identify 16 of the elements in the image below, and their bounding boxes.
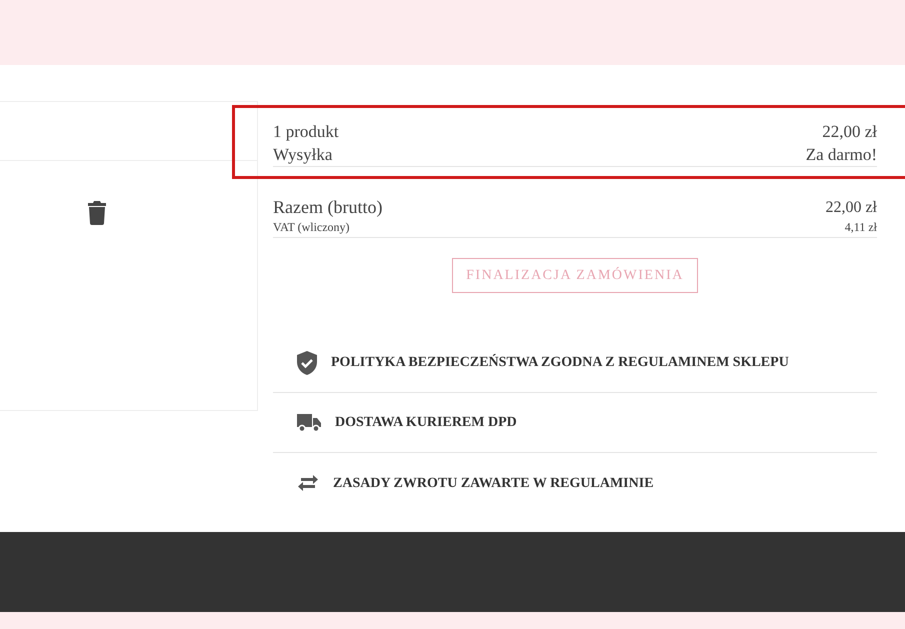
total-value: 22,00 zł xyxy=(825,198,877,218)
swap-arrows-icon xyxy=(297,475,319,491)
tax-value: 4,11 zł xyxy=(844,219,877,235)
tax-label: VAT (wliczony) xyxy=(273,219,350,235)
reassurance-text: DOSTAWA KURIEREM DPD xyxy=(335,414,517,432)
reassurance-text: POLITYKA BEZPIECZEŃSTWA ZGODNA Z REGULAMINEM SKLEPU xyxy=(331,353,789,372)
checkout-button[interactable]: FINALIZACJA ZAMÓWIENIA xyxy=(452,258,698,293)
summary-value: Za darmo! xyxy=(806,144,877,166)
summary-label: Wysyłka xyxy=(273,144,332,166)
summary-value: 22,00 zł xyxy=(822,121,877,143)
shield-check-icon xyxy=(297,350,317,374)
truck-icon xyxy=(297,414,321,432)
trash-icon[interactable] xyxy=(88,201,106,226)
reassurance-text: ZASADY ZWROTU ZAWARTE W REGULAMINIE xyxy=(333,474,654,492)
total-label: Razem (brutto) xyxy=(273,196,382,219)
summary-label: 1 produkt xyxy=(273,121,339,143)
